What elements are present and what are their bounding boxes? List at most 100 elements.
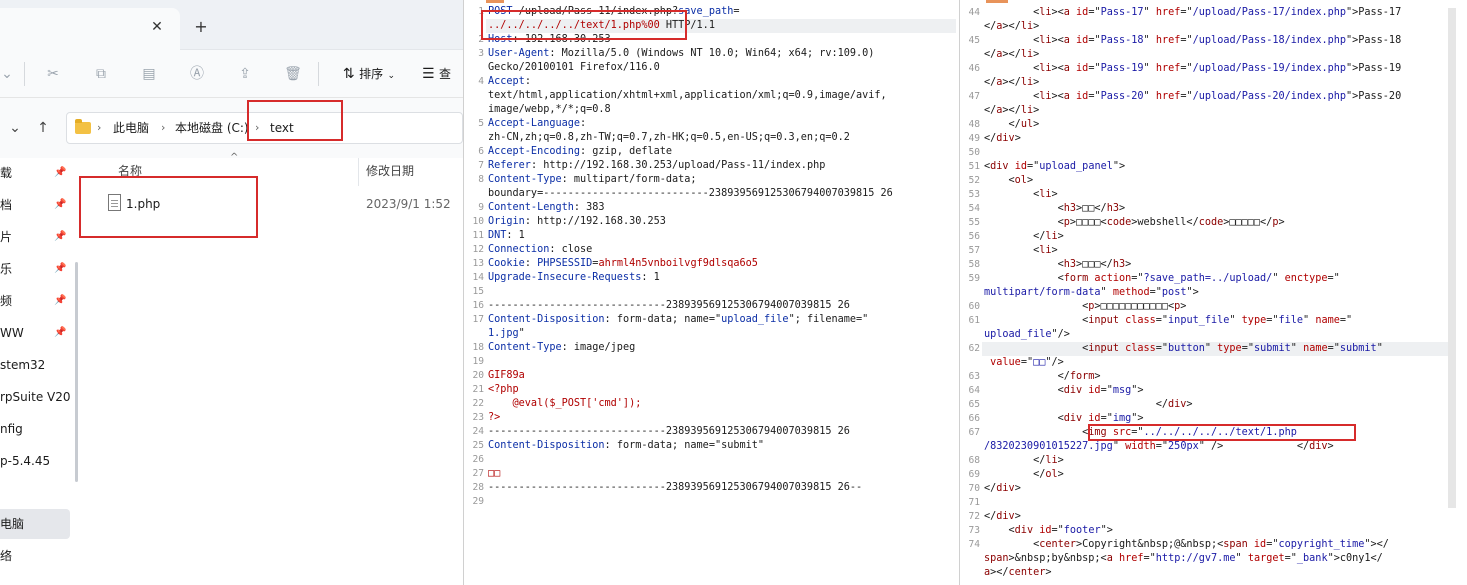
line-number: 24 bbox=[472, 426, 484, 437]
code-token: : http://192.168.30.253/upload/Pass-11/i… bbox=[530, 160, 826, 171]
code-token: -----------------------------23893956912… bbox=[488, 300, 850, 311]
code-token: code bbox=[1106, 217, 1132, 228]
line-number: 17 bbox=[472, 314, 484, 325]
chevron-down-icon[interactable]: ⌄ bbox=[0, 62, 14, 86]
pin-icon: 📌 bbox=[54, 295, 67, 306]
sidebar-item-burpsuite[interactable]: rpSuite V20 bbox=[0, 382, 70, 412]
code-token: " bbox=[1235, 553, 1248, 564]
code-line: <div id="msg"> bbox=[984, 384, 1144, 398]
line-number: 67 bbox=[968, 427, 980, 438]
code-token: < bbox=[984, 273, 1064, 284]
code-line: </div> bbox=[984, 398, 1193, 412]
code-token: li bbox=[1039, 245, 1052, 256]
code-token: ">c0ny1</ bbox=[1327, 553, 1383, 564]
line-number: 7 bbox=[478, 160, 484, 171]
sidebar-scrollbar[interactable] bbox=[75, 262, 78, 482]
code-token: ">Pass-19 bbox=[1346, 63, 1402, 74]
code-token: GIF89a bbox=[488, 370, 525, 381]
code-token: Referer bbox=[488, 160, 531, 171]
code-token: > bbox=[1057, 469, 1064, 480]
code-token: =" bbox=[1020, 357, 1034, 368]
code-token: span bbox=[984, 553, 1009, 564]
code-token: name bbox=[1303, 343, 1328, 354]
delete-icon[interactable]: 🗑 bbox=[282, 62, 304, 86]
paste-icon[interactable]: ▤ bbox=[138, 62, 160, 86]
breadcrumb-this-pc[interactable]: 此电脑 bbox=[113, 121, 149, 135]
request-editor[interactable]: 1 POST /upload/Pass-11/index.php?save_pat… bbox=[463, 0, 959, 585]
rename-icon[interactable]: Ⓐ bbox=[186, 62, 208, 86]
code-token: =" bbox=[1180, 35, 1193, 46]
code-token: type bbox=[1217, 343, 1242, 354]
code-token: div bbox=[1063, 413, 1083, 424]
new-tab-icon[interactable]: + bbox=[192, 18, 210, 36]
code-line: <div id="footer"> bbox=[984, 524, 1113, 538]
sidebar-item-config[interactable]: nfig bbox=[0, 414, 70, 444]
tab-indicator bbox=[986, 0, 1008, 3]
share-icon[interactable]: ⇪ bbox=[234, 62, 256, 86]
code-token: ">Pass-17 bbox=[1346, 7, 1402, 18]
code-token: ></ bbox=[1002, 49, 1021, 60]
code-line: <li><a id="Pass-19" href="/upload/Pass-1… bbox=[984, 62, 1401, 76]
view-button[interactable]: ☰ 查 bbox=[422, 62, 463, 86]
code-token: > bbox=[1125, 259, 1132, 270]
file-explorer-window: ✕ + ⌄ ✂ ⧉ ▤ Ⓐ ⇪ 🗑 ⇅ 排序 ⌄ ☰ 查 ⌄ ↑ › 此电脑 ›… bbox=[0, 0, 463, 585]
code-token: id bbox=[1253, 539, 1267, 550]
code-token: >< bbox=[1051, 35, 1064, 46]
column-header-name[interactable]: 名称 bbox=[118, 161, 142, 181]
breadcrumb-text[interactable]: text bbox=[270, 121, 294, 135]
code-token: > bbox=[1014, 511, 1021, 522]
code-token: Pass-20 bbox=[1100, 91, 1144, 102]
code-token: > bbox=[1014, 133, 1021, 144]
line-number: 54 bbox=[968, 203, 980, 214]
code-line: Origin: http://192.168.30.253 bbox=[488, 215, 666, 229]
code-line: </a></li> bbox=[984, 104, 1039, 118]
line-number: 16 bbox=[472, 300, 484, 311]
code-token: " bbox=[1303, 315, 1316, 326]
sidebar-item-system32[interactable]: stem32 bbox=[0, 350, 70, 380]
column-header-date[interactable]: 修改日期 bbox=[366, 161, 414, 181]
back-chevron-icon[interactable]: ⌄ bbox=[6, 118, 24, 138]
code-token: >□□</ bbox=[1076, 203, 1107, 214]
cut-icon[interactable]: ✂ bbox=[42, 62, 64, 86]
code-token: > bbox=[1033, 21, 1040, 32]
code-token: form bbox=[1069, 371, 1095, 382]
code-token: DNT bbox=[488, 230, 507, 241]
code-token: ../../../../../text/1.php%00 bbox=[488, 20, 660, 31]
sidebar-item-network[interactable]: 络 bbox=[0, 541, 70, 571]
code-token: >□□□□□□□□□□□< bbox=[1094, 301, 1175, 312]
code-line: Host: 192.168.30.253 bbox=[488, 33, 611, 47]
code-token: " bbox=[1376, 343, 1383, 354]
code-line: value="□□"/> bbox=[984, 356, 1064, 370]
code-token: " bbox=[1112, 441, 1126, 452]
close-tab-icon[interactable]: ✕ bbox=[148, 18, 166, 36]
code-token: upload_file bbox=[984, 329, 1052, 340]
code-token: div bbox=[1168, 399, 1187, 410]
sort-button[interactable]: ⇅ 排序 ⌄ bbox=[334, 62, 404, 86]
code-token: ">Pass-20 bbox=[1346, 91, 1402, 102]
file-date: 2023/9/1 1:52 bbox=[366, 197, 451, 211]
up-arrow-icon[interactable]: ↑ bbox=[34, 118, 52, 138]
sidebar-item-php[interactable]: p-5.4.45 bbox=[0, 446, 70, 476]
code-line: <li><a id="Pass-18" href="/upload/Pass-1… bbox=[984, 34, 1401, 48]
code-token: div bbox=[1309, 441, 1328, 452]
breadcrumb[interactable]: › 此电脑 › 本地磁盘 (C:) › text bbox=[66, 112, 463, 144]
code-token: < bbox=[984, 385, 1064, 396]
code-line: </ul> bbox=[984, 118, 1040, 132]
file-row[interactable]: 1.php 2023/9/1 1:52 bbox=[100, 190, 463, 218]
response-scrollbar[interactable] bbox=[1448, 8, 1456, 508]
code-token: "> bbox=[1100, 525, 1113, 536]
response-editor[interactable]: 44 <li><a id="Pass-17" href="/upload/Pas… bbox=[959, 0, 1467, 585]
breadcrumb-local-disk[interactable]: 本地磁盘 (C:) bbox=[175, 121, 249, 135]
code-token: type bbox=[1241, 315, 1267, 326]
line-number: 23 bbox=[472, 412, 484, 423]
copy-icon[interactable]: ⧉ bbox=[90, 62, 112, 86]
code-line: </div> bbox=[984, 482, 1021, 496]
code-token: =" bbox=[1131, 273, 1144, 284]
code-line: a></center> bbox=[984, 566, 1052, 580]
code-token: HTTP/1.1 bbox=[659, 20, 715, 31]
column-divider[interactable] bbox=[358, 158, 359, 186]
code-token: : close bbox=[549, 244, 593, 255]
code-token: > bbox=[1033, 119, 1040, 130]
sidebar-item-this-pc[interactable]: 电脑 bbox=[0, 509, 70, 539]
code-token: Content-Disposition bbox=[488, 440, 605, 451]
